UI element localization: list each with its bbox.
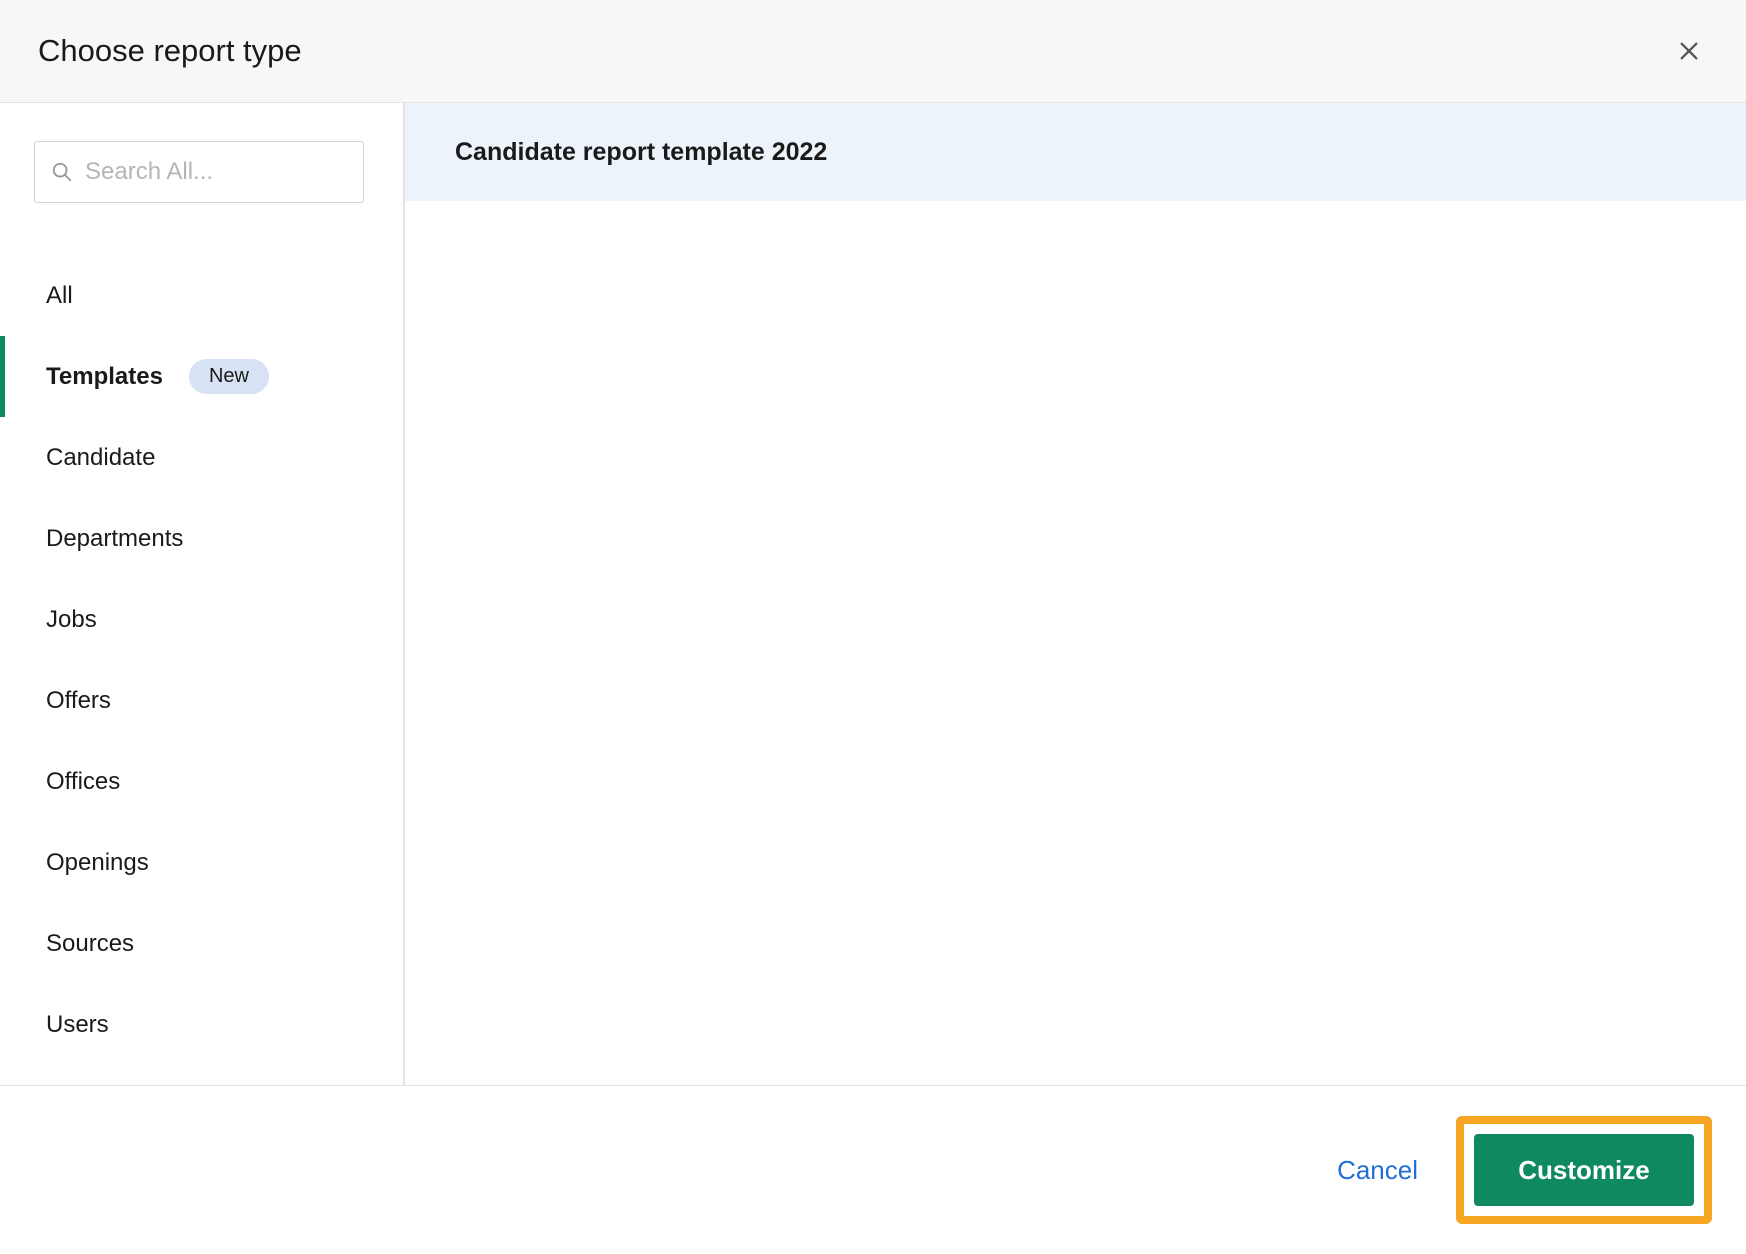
sidebar-item-label: Offers	[46, 687, 111, 715]
sidebar-item-label: Users	[46, 1011, 109, 1039]
sidebar-item-offices[interactable]: Offices	[34, 741, 369, 822]
customize-highlight: Customize	[1456, 1116, 1712, 1224]
sidebar-item-offers[interactable]: Offers	[34, 660, 369, 741]
sidebar-item-label: Candidate	[46, 444, 155, 472]
sidebar-item-candidate[interactable]: Candidate	[34, 417, 369, 498]
sidebar: All Templates New Candidate Departments …	[0, 103, 405, 1085]
modal-body: All Templates New Candidate Departments …	[0, 103, 1746, 1085]
sidebar-nav: All Templates New Candidate Departments …	[34, 255, 369, 1065]
sidebar-item-label: All	[46, 282, 73, 310]
close-icon[interactable]	[1670, 32, 1708, 70]
sidebar-item-label: Offices	[46, 768, 120, 796]
customize-button[interactable]: Customize	[1474, 1134, 1694, 1206]
modal-footer: Cancel Customize	[0, 1085, 1746, 1254]
sidebar-item-templates[interactable]: Templates New	[34, 336, 369, 417]
sidebar-item-sources[interactable]: Sources	[34, 903, 369, 984]
sidebar-item-label: Jobs	[46, 606, 97, 634]
sidebar-item-label: Openings	[46, 849, 149, 877]
sidebar-item-openings[interactable]: Openings	[34, 822, 369, 903]
new-badge: New	[189, 359, 269, 394]
sidebar-item-users[interactable]: Users	[34, 984, 369, 1065]
sidebar-item-jobs[interactable]: Jobs	[34, 579, 369, 660]
modal-title: Choose report type	[38, 33, 302, 69]
modal-header: Choose report type	[0, 0, 1746, 103]
sidebar-item-label: Departments	[46, 525, 183, 553]
search-input[interactable]	[85, 158, 363, 186]
report-template-name: Candidate report template 2022	[455, 138, 827, 167]
sidebar-item-all[interactable]: All	[34, 255, 369, 336]
sidebar-item-label: Templates	[46, 363, 163, 391]
search-icon	[51, 161, 73, 183]
main-panel: Candidate report template 2022	[405, 103, 1746, 1085]
search-wrap	[34, 141, 364, 203]
report-template-row[interactable]: Candidate report template 2022	[405, 103, 1746, 201]
sidebar-item-departments[interactable]: Departments	[34, 498, 369, 579]
cancel-button[interactable]: Cancel	[1337, 1155, 1418, 1186]
sidebar-item-label: Sources	[46, 930, 134, 958]
